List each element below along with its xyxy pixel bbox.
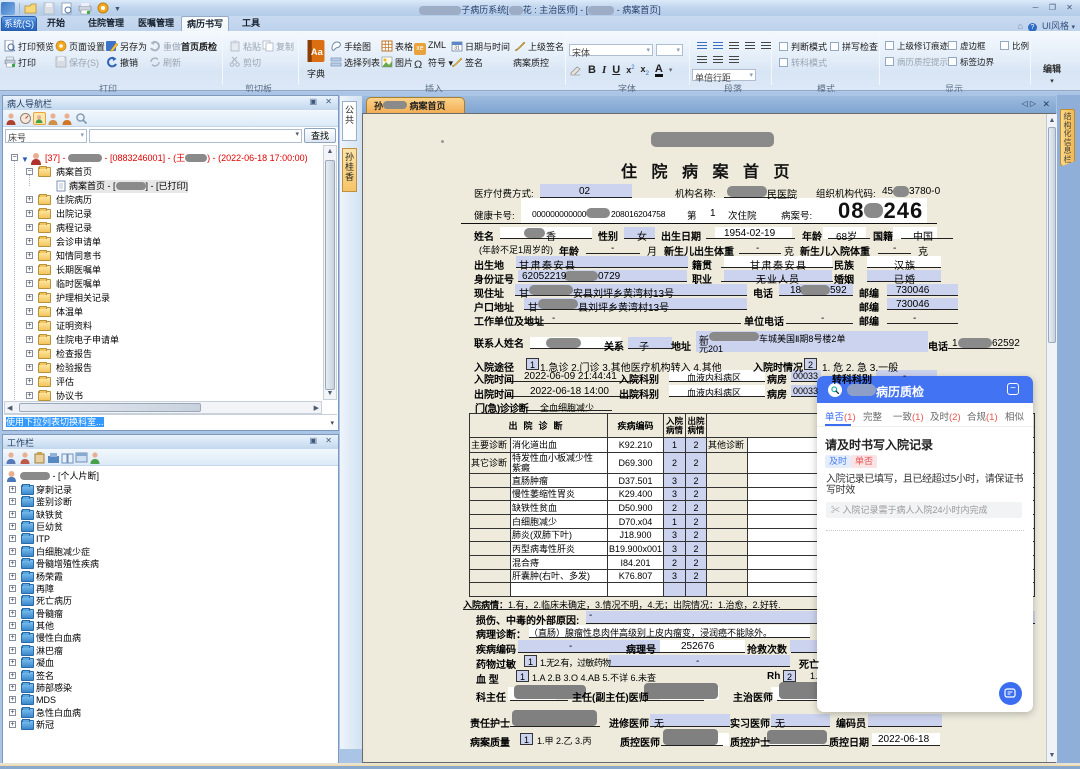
svg-text:31: 31 [454, 46, 460, 52]
svg-text:Aa: Aa [311, 47, 324, 57]
